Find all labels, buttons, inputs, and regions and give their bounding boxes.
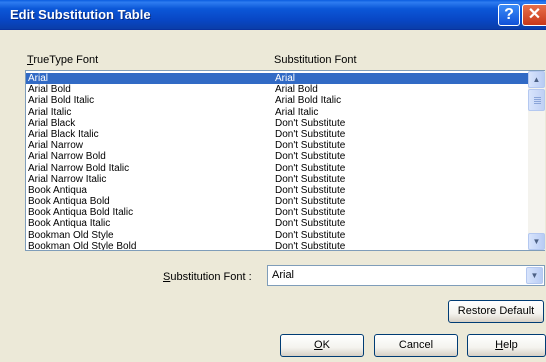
substitution-font-cell: Don't Substitute xyxy=(275,240,346,250)
list-item[interactable]: Arial Black Italic Don't Substitute xyxy=(26,129,528,140)
list-item[interactable]: Book Antiqua Bold Don't Substitute xyxy=(26,196,528,207)
substitution-font-cell: Don't Substitute xyxy=(275,117,346,129)
chevron-down-icon: ▼ xyxy=(530,271,539,280)
substitution-font-cell: Don't Substitute xyxy=(275,151,346,163)
truetype-font-cell: Bookman Old Style xyxy=(28,229,114,241)
truetype-font-cell: Book Antiqua xyxy=(28,184,87,196)
truetype-font-cell: Arial xyxy=(28,73,49,84)
substitution-font-cell: Don't Substitute xyxy=(275,173,346,185)
thumb-grip xyxy=(534,103,541,104)
truetype-font-cell: Book Antiqua Bold xyxy=(28,196,110,208)
cancel-button[interactable]: Cancel xyxy=(374,334,458,357)
dropdown-button[interactable]: ▼ xyxy=(526,267,543,284)
list-item[interactable]: Arial Arial xyxy=(26,73,528,85)
substitution-font-value: Arial xyxy=(272,269,295,281)
scroll-thumb[interactable] xyxy=(528,89,545,111)
up-arrow-icon: ▲ xyxy=(532,75,541,84)
title-bar[interactable]: Edit Substitution Table ? ✕ xyxy=(0,0,546,30)
truetype-font-cell: Arial Narrow Bold Italic xyxy=(28,162,130,174)
list-item[interactable]: Arial Narrow Bold Italic Don't Substitute xyxy=(26,163,528,174)
substitution-font-cell: Don't Substitute xyxy=(275,207,346,219)
truetype-font-cell: Arial Narrow xyxy=(28,140,84,152)
truetype-font-cell: Book Antiqua Bold Italic xyxy=(28,207,134,219)
list-item[interactable]: Arial Italic Arial Italic xyxy=(26,107,528,118)
help-title-button[interactable]: ? xyxy=(498,4,520,26)
truetype-font-cell: Arial Bold Italic xyxy=(28,95,95,107)
substitution-font-cell: Arial Bold Italic xyxy=(275,95,342,107)
list-item[interactable]: Book Antiqua Italic Don't Substitute xyxy=(26,218,528,229)
substitution-font-cell: Don't Substitute xyxy=(275,128,346,140)
substitution-font-cell: Don't Substitute xyxy=(275,218,346,230)
list-item[interactable]: Bookman Old Style Bold Don't Substitute xyxy=(26,241,528,250)
help-button[interactable]: Help xyxy=(467,334,546,357)
truetype-font-cell: Book Antiqua Italic xyxy=(28,218,111,230)
list-item[interactable]: Book Antiqua Don't Substitute xyxy=(26,185,528,196)
scroll-down-button[interactable]: ▼ xyxy=(528,233,545,250)
substitution-font-cell: Don't Substitute xyxy=(275,184,346,196)
substitution-font-cell: Don't Substitute xyxy=(275,162,346,174)
close-button[interactable]: ✕ xyxy=(522,4,546,26)
thumb-grip xyxy=(534,99,541,100)
truetype-font-cell: Arial Black Italic xyxy=(28,128,99,140)
list-item[interactable]: Bookman Old Style Don't Substitute xyxy=(26,230,528,241)
scroll-up-button[interactable]: ▲ xyxy=(528,71,545,88)
window-title: Edit Substitution Table xyxy=(10,7,151,22)
truetype-font-cell: Arial Narrow Bold xyxy=(28,151,106,163)
list-item[interactable]: Arial Narrow Don't Substitute xyxy=(26,140,528,151)
down-arrow-icon: ▼ xyxy=(532,237,541,246)
truetype-font-cell: Arial Narrow Italic xyxy=(28,173,107,185)
truetype-font-cell: Arial Bold xyxy=(28,84,71,96)
ok-button[interactable]: OK xyxy=(280,334,364,357)
substitution-font-header: Substitution Font xyxy=(274,54,357,66)
vertical-scrollbar[interactable]: ▲ ▼ xyxy=(528,71,545,250)
truetype-font-header: TrueType Font xyxy=(27,54,99,66)
substitution-font-cell: Don't Substitute xyxy=(275,140,346,152)
list-item[interactable]: Arial Narrow Bold Don't Substitute xyxy=(26,151,528,162)
font-substitution-list[interactable]: Arial Arial Arial Bold Arial Bold Arial Bold… xyxy=(25,70,545,251)
substitution-font-label: Substitution Font : xyxy=(163,271,252,283)
substitution-font-cell: Don't Substitute xyxy=(275,229,346,241)
substitution-font-cell: Arial xyxy=(275,73,296,84)
substitution-font-cell: Arial Bold xyxy=(275,84,318,96)
list-item[interactable]: Arial Black Don't Substitute xyxy=(26,118,528,129)
list-rows: Arial Arial Arial Bold Arial Bold Arial Bold… xyxy=(26,73,528,250)
truetype-font-cell: Bookman Old Style Bold xyxy=(28,240,137,250)
thumb-grip xyxy=(534,97,541,98)
list-item[interactable]: Book Antiqua Bold Italic Don't Substitute xyxy=(26,207,528,218)
truetype-font-cell: Arial Italic xyxy=(28,106,72,118)
substitution-font-cell: Don't Substitute xyxy=(275,196,346,208)
substitution-font-cell: Arial Italic xyxy=(275,106,319,118)
list-item[interactable]: Arial Bold Arial Bold xyxy=(26,84,528,95)
list-item[interactable]: Arial Narrow Italic Don't Substitute xyxy=(26,174,528,185)
substitution-font-select[interactable]: Arial ▼ xyxy=(267,265,545,286)
list-item[interactable]: Arial Bold Italic Arial Bold Italic xyxy=(26,95,528,106)
truetype-font-cell: Arial Black xyxy=(28,117,76,129)
restore-default-button[interactable]: Restore Default xyxy=(448,300,544,323)
thumb-grip xyxy=(534,101,541,102)
